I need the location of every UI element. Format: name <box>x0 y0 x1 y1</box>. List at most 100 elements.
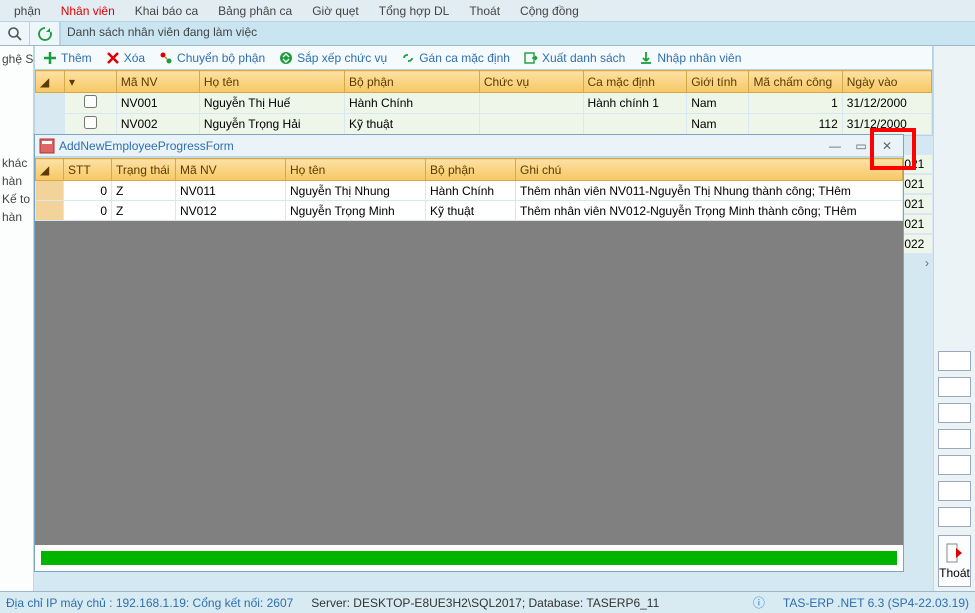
row-checkbox[interactable] <box>65 114 117 135</box>
text-field[interactable] <box>938 481 971 501</box>
table-row[interactable]: 0 Z NV011 Nguyễn Thị Nhung Hành Chính Th… <box>36 181 903 201</box>
exit-label: Thoát <box>939 566 970 580</box>
cell-ghichu: Thêm nhân viên NV012-Nguyễn Trọng Minh t… <box>516 201 903 221</box>
left-sidebar: ghệ Số A khác hàn Kế to hàn <box>0 46 34 591</box>
left-frag-2: hàn <box>2 172 31 190</box>
close-button[interactable]: ✕ <box>875 138 899 154</box>
text-field[interactable] <box>938 377 971 397</box>
move-dept-label: Chuyển bộ phận <box>177 51 265 65</box>
minimize-button[interactable]: — <box>823 138 847 154</box>
export-label: Xuất danh sách <box>542 51 625 65</box>
info-icon: ⓘ <box>753 594 765 611</box>
menu-item-bangphanca[interactable]: Bảng phân ca <box>208 1 302 21</box>
menu-item-thoat[interactable]: Thoát <box>459 1 510 21</box>
col-bophan[interactable]: Bộ phận <box>426 159 516 181</box>
menu-item-khaibaoca[interactable]: Khai báo ca <box>125 1 208 21</box>
col-ngayvao[interactable]: Ngày vào <box>842 71 931 93</box>
col-bophan[interactable]: Bộ phận <box>345 71 480 93</box>
plus-icon <box>43 51 57 65</box>
left-frag-1: khác <box>2 154 31 172</box>
col-indicator[interactable]: ◢ <box>36 71 65 93</box>
menu-item-nhanvien[interactable]: Nhân viên <box>51 1 125 21</box>
menubar: phận Nhân viên Khai báo ca Bảng phân ca … <box>0 0 975 22</box>
left-frag-3: Kế to <box>2 190 31 208</box>
right-panel: Thoát <box>933 46 975 591</box>
cell-bophan: Kỹ thuật <box>345 114 480 135</box>
refresh-icon <box>37 26 53 42</box>
col-hoten[interactable]: Họ tên <box>286 159 426 181</box>
text-field[interactable] <box>938 429 971 449</box>
col-stt[interactable]: STT <box>64 159 112 181</box>
left-frag-4: hàn <box>2 208 31 226</box>
col-checkbox[interactable]: ▾ <box>65 71 117 93</box>
col-manv[interactable]: Mã NV <box>116 71 199 93</box>
status-app: TAS-ERP .NET 6.3 (SP4-22.03.19) <box>783 596 969 610</box>
add-button[interactable]: Thêm <box>37 49 98 67</box>
text-field[interactable] <box>938 507 971 527</box>
col-indicator[interactable]: ◢ <box>36 159 64 181</box>
cell-manv: NV002 <box>116 114 199 135</box>
cell-bophan: Hành Chính <box>345 93 480 114</box>
move-dept-button[interactable]: Chuyển bộ phận <box>153 49 271 67</box>
progress-bar <box>41 551 897 565</box>
export-button[interactable]: Xuất danh sách <box>518 49 631 67</box>
col-trangthai[interactable]: Trạng thái <box>112 159 176 181</box>
col-gioitinh[interactable]: Giới tính <box>687 71 749 93</box>
col-machamcong[interactable]: Mã chấm công <box>749 71 842 93</box>
text-field[interactable] <box>938 455 971 475</box>
import-button[interactable]: Nhập nhân viên <box>633 49 747 67</box>
refresh-button[interactable] <box>30 22 60 45</box>
menu-item-gioquet[interactable]: Giờ quẹt <box>302 1 369 21</box>
col-hoten[interactable]: Họ tên <box>199 71 344 93</box>
cell-manv: NV012 <box>176 201 286 221</box>
left-frag-0: ghệ Số A <box>2 50 31 68</box>
cell-hoten: Nguyễn Thị Nhung <box>286 181 426 201</box>
cell-hoten: Nguyễn Thị Huế <box>199 93 344 114</box>
cell-gioitinh: Nam <box>687 114 749 135</box>
cell-ghichu: Thêm nhân viên NV011-Nguyễn Thị Nhung th… <box>516 181 903 201</box>
import-label: Nhập nhân viên <box>657 51 741 65</box>
menu-item-congdong[interactable]: Cộng đồng <box>510 1 589 21</box>
cell-ngayvao: 31/12/2000 <box>842 114 931 135</box>
row-indicator <box>36 181 64 201</box>
search-button[interactable] <box>0 22 30 45</box>
text-field[interactable] <box>938 403 971 423</box>
export-icon <box>524 51 538 65</box>
table-row[interactable]: 0 Z NV012 Nguyễn Trọng Minh Kỹ thuật Thê… <box>36 201 903 221</box>
cell-manv: NV001 <box>116 93 199 114</box>
cell-machamcong: 112 <box>749 114 842 135</box>
link-icon <box>401 51 415 65</box>
dialog-body <box>35 221 903 545</box>
table-row[interactable]: NV002 Nguyễn Trọng Hải Kỹ thuật Nam 112 … <box>36 114 932 135</box>
assign-shift-button[interactable]: Gán ca mặc định <box>395 49 516 67</box>
progress-grid: ◢ STT Trạng thái Mã NV Họ tên Bộ phận Gh… <box>35 157 903 221</box>
cell-camacdinh <box>583 114 687 135</box>
cell-chucvu <box>479 93 583 114</box>
delete-button[interactable]: Xóa <box>100 49 151 67</box>
table-row[interactable]: NV001 Nguyễn Thị Huế Hành Chính Hành chí… <box>36 93 932 114</box>
action-bar: Thêm Xóa Chuyển bộ phận Sắp xếp chức vụ … <box>34 46 933 70</box>
dialog-titlebar[interactable]: AddNewEmployeeProgressForm — ▭ ✕ <box>35 135 903 157</box>
cell-machamcong: 1 <box>749 93 842 114</box>
menu-item-bophan[interactable]: phận <box>4 1 51 21</box>
row-indicator <box>36 93 65 114</box>
cell-trangthai: Z <box>112 181 176 201</box>
cell-bophan: Hành Chính <box>426 181 516 201</box>
dialog-title: AddNewEmployeeProgressForm <box>59 139 821 153</box>
cell-hoten: Nguyễn Trọng Minh <box>286 201 426 221</box>
text-field[interactable] <box>938 351 971 371</box>
col-ghichu[interactable]: Ghi chú <box>516 159 903 181</box>
cell-bophan: Kỹ thuật <box>426 201 516 221</box>
exit-button[interactable]: Thoát <box>938 535 971 587</box>
col-chucvu[interactable]: Chức vụ <box>479 71 583 93</box>
form-icon <box>39 138 55 154</box>
cell-trangthai: Z <box>112 201 176 221</box>
col-manv[interactable]: Mã NV <box>176 159 286 181</box>
sort-role-button[interactable]: Sắp xếp chức vụ <box>273 49 393 67</box>
maximize-button[interactable]: ▭ <box>849 138 873 154</box>
statusbar: Địa chỉ IP máy chủ : 192.168.1.19: Cổng … <box>0 591 975 613</box>
col-camacdinh[interactable]: Ca mặc định <box>583 71 687 93</box>
row-checkbox[interactable] <box>65 93 117 114</box>
employee-grid: ◢ ▾ Mã NV Họ tên Bộ phận Chức vụ Ca mặc … <box>34 70 933 136</box>
menu-item-tonghopdl[interactable]: Tổng hợp DL <box>369 1 460 21</box>
